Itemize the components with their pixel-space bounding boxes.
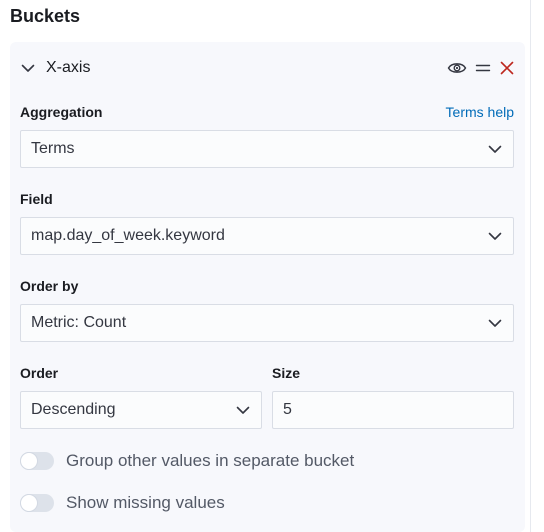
toggle-knob <box>20 494 38 512</box>
aggregation-label: Aggregation <box>20 104 103 120</box>
chevron-down-icon <box>487 228 503 244</box>
aggregation-select-value: Terms <box>31 140 75 157</box>
field-label: Field <box>20 191 53 207</box>
aggregation-actions <box>447 60 515 76</box>
chevron-down-icon <box>487 141 503 157</box>
terms-help-link[interactable]: Terms help <box>446 104 514 120</box>
size-input[interactable]: 5 <box>272 391 514 429</box>
order-by-label: Order by <box>20 278 79 294</box>
order-label: Order <box>20 365 59 381</box>
chevron-down-icon <box>487 315 503 331</box>
field-select[interactable]: map.day_of_week.keyword <box>20 217 514 255</box>
aggregation-select[interactable]: Terms <box>20 130 514 168</box>
group-other-toggle[interactable] <box>20 452 54 470</box>
panel-divider <box>530 0 531 532</box>
field-select-value: map.day_of_week.keyword <box>31 227 225 244</box>
group-other-switch-row: Group other values in separate bucket <box>20 451 354 471</box>
order-select[interactable]: Descending <box>20 391 262 429</box>
order-by-select[interactable]: Metric: Count <box>20 304 514 342</box>
show-missing-label[interactable]: Show missing values <box>66 493 225 513</box>
aggregation-toggle[interactable]: X-axis <box>20 59 90 77</box>
group-other-label[interactable]: Group other values in separate bucket <box>66 451 354 471</box>
close-icon[interactable] <box>499 60 515 76</box>
chevron-down-icon <box>235 402 251 418</box>
aggregation-title[interactable]: X-axis <box>46 59 90 77</box>
size-label: Size <box>272 365 301 381</box>
order-by-select-value: Metric: Count <box>31 314 127 331</box>
show-missing-switch-row: Show missing values <box>20 493 225 513</box>
eye-icon[interactable] <box>447 60 467 76</box>
order-select-value: Descending <box>31 401 116 418</box>
toggle-knob <box>20 452 38 470</box>
drag-handle-icon[interactable] <box>475 60 491 76</box>
section-title: Buckets <box>10 6 81 26</box>
show-missing-toggle[interactable] <box>20 494 54 512</box>
aggregation-header: X-axis <box>20 52 515 84</box>
chevron-down-icon[interactable] <box>20 60 36 76</box>
